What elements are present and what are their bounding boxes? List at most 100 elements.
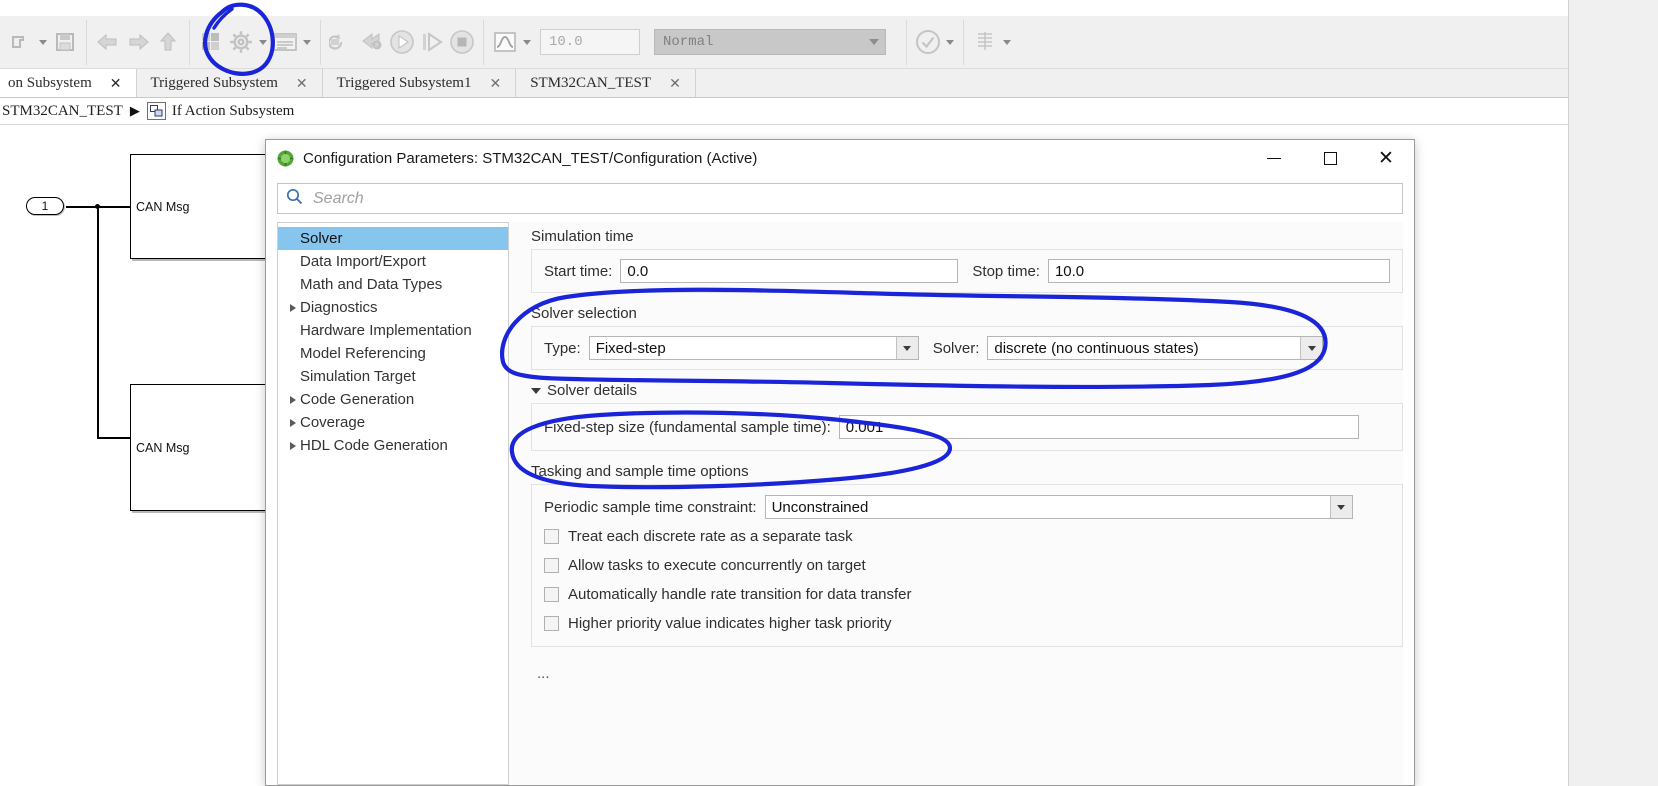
close-icon[interactable]: ✕ [489, 75, 501, 92]
build-icon[interactable] [970, 25, 1000, 59]
save-icon[interactable] [50, 25, 80, 59]
start-time-input[interactable]: 0.0 [620, 259, 959, 283]
solver-type-select[interactable]: Fixed-step [588, 336, 919, 360]
checkbox-label: Higher priority value indicates higher t… [568, 615, 892, 632]
chevron-right-icon[interactable] [286, 304, 300, 312]
tasking-group-label: Tasking and sample time options [531, 463, 749, 480]
tab-on-subsystem[interactable]: on Subsystem ✕ [0, 69, 137, 97]
chevron-down-icon[interactable] [300, 25, 314, 59]
tab-label: STM32CAN_TEST [530, 74, 652, 91]
nav-item-hdl-code-generation[interactable]: HDL Code Generation [278, 434, 508, 457]
chevron-down-icon[interactable] [1300, 337, 1323, 359]
tab-label: on Subsystem [8, 74, 92, 91]
checkbox-icon[interactable] [544, 529, 559, 544]
checkbox-icon[interactable] [544, 587, 559, 602]
chevron-down-icon[interactable] [256, 25, 270, 59]
checkbox-label: Allow tasks to execute concurrently on t… [568, 557, 866, 574]
stop-time-input[interactable]: 10.0 [540, 29, 640, 55]
simulation-time-row: Start time: 0.0 Stop time: 10.0 [544, 259, 1390, 283]
checkbox-row-priority-order[interactable]: Higher priority value indicates higher t… [544, 609, 1390, 638]
nav-item-model-referencing[interactable]: Model Referencing [278, 342, 508, 365]
checkbox-row-rate-transition[interactable]: Automatically handle rate transition for… [544, 580, 1390, 609]
chevron-down-icon[interactable] [1329, 496, 1352, 518]
up-arrow-icon[interactable] [153, 25, 183, 59]
nav-item-solver[interactable]: Solver [278, 227, 508, 250]
block-input-label: CAN Msg [136, 199, 190, 214]
breadcrumb-current: If Action Subsystem [171, 102, 295, 119]
check-circle-icon[interactable] [913, 25, 943, 59]
step-forward-icon[interactable] [417, 25, 447, 59]
overflow-indicator: ... [537, 665, 550, 682]
chevron-down-icon[interactable] [36, 25, 50, 59]
checkbox-row-concurrent-execution[interactable]: Allow tasks to execute concurrently on t… [544, 551, 1390, 580]
stop-time-input[interactable]: 10.0 [1047, 259, 1390, 283]
tab-triggered-subsystem[interactable]: Triggered Subsystem ✕ [137, 69, 323, 97]
forward-arrow-icon[interactable] [123, 25, 153, 59]
signal-line [97, 206, 99, 438]
dialog-search-row [266, 177, 1414, 222]
block-input-label: CAN Msg [136, 440, 190, 455]
simulation-mode-select[interactable]: Normal [654, 29, 886, 55]
nav-item-diagnostics[interactable]: Diagnostics [278, 296, 508, 319]
model-explorer-icon[interactable] [270, 25, 300, 59]
tab-label: Triggered Subsystem1 [336, 74, 472, 91]
nav-item-math-and-data-types[interactable]: Math and Data Types [278, 273, 508, 296]
fast-restart-icon[interactable] [357, 25, 387, 59]
solver-details-disclosure[interactable]: Solver details [531, 382, 1403, 399]
nav-item-simulation-target[interactable]: Simulation Target [278, 365, 508, 388]
close-icon[interactable]: ✕ [110, 75, 122, 92]
search-input[interactable] [311, 188, 1394, 209]
nav-item-label: Hardware Implementation [300, 322, 472, 339]
periodic-sample-time-select[interactable]: Unconstrained [764, 495, 1353, 519]
tab-triggered-subsystem1[interactable]: Triggered Subsystem1 ✕ [323, 69, 517, 97]
toolbar-group-file [0, 19, 87, 65]
fixed-step-size-row: Fixed-step size (fundamental sample time… [544, 415, 1390, 439]
nav-item-coverage[interactable]: Coverage [278, 411, 508, 434]
back-arrow-icon[interactable] [93, 25, 123, 59]
run-icon[interactable] [387, 25, 417, 59]
chevron-right-icon[interactable] [286, 442, 300, 450]
search-box[interactable] [277, 183, 1403, 214]
chevron-down-icon[interactable] [943, 25, 957, 59]
chevron-right-icon[interactable] [286, 419, 300, 427]
new-model-icon[interactable] [6, 25, 36, 59]
breadcrumb-root[interactable]: STM32CAN_TEST [2, 103, 123, 120]
stop-time-label: Stop time: [972, 262, 1040, 280]
chevron-right-icon[interactable] [286, 396, 300, 404]
solver-selection-group-label: Solver selection [531, 305, 637, 322]
fixed-step-size-input[interactable]: 0.001 [838, 415, 1359, 439]
inport-label: 1 [41, 199, 49, 213]
inport-block-1[interactable]: 1 [26, 197, 64, 215]
checkbox-icon[interactable] [544, 558, 559, 573]
chevron-down-icon[interactable] [895, 337, 918, 359]
dialog-title-bar[interactable]: Configuration Parameters: STM32CAN_TEST/… [266, 140, 1414, 177]
solver-select[interactable]: discrete (no continuous states) [987, 336, 1324, 360]
close-icon[interactable]: ✕ [1358, 140, 1414, 177]
library-browser-icon[interactable] [196, 25, 226, 59]
right-gutter [1568, 0, 1658, 786]
stop-icon[interactable] [447, 25, 477, 59]
checkbox-row-separate-task[interactable]: Treat each discrete rate as a separate t… [544, 522, 1390, 551]
solver-type-label: Type: [544, 339, 581, 357]
nav-item-hardware-implementation[interactable]: Hardware Implementation [278, 319, 508, 342]
close-icon[interactable]: ✕ [296, 75, 308, 92]
minimize-button[interactable] [1246, 140, 1302, 177]
settings-nav-tree[interactable]: Solver Data Import/Export Math and Data … [277, 222, 509, 785]
chevron-down-icon[interactable] [1000, 25, 1014, 59]
start-time-label: Start time: [544, 262, 613, 280]
chevron-down-icon[interactable] [520, 25, 534, 59]
close-icon[interactable]: ✕ [669, 75, 681, 92]
periodic-sample-time-label: Periodic sample time constraint: [544, 498, 757, 516]
nav-item-data-import-export[interactable]: Data Import/Export [278, 250, 508, 273]
gear-icon[interactable] [226, 25, 256, 59]
checkbox-icon[interactable] [544, 616, 559, 631]
solver-selection-group: Type: Fixed-step Solver: discrete (no co… [531, 326, 1403, 370]
scope-icon[interactable] [490, 25, 520, 59]
nav-item-code-generation[interactable]: Code Generation [278, 388, 508, 411]
configuration-parameters-dialog[interactable]: Configuration Parameters: STM32CAN_TEST/… [265, 139, 1415, 786]
tab-stm32can-test[interactable]: STM32CAN_TEST ✕ [516, 69, 696, 97]
nav-item-label: Solver [300, 230, 343, 247]
maximize-button[interactable] [1302, 140, 1358, 177]
simulation-time-group-label: Simulation time [531, 228, 634, 245]
update-model-icon[interactable] [327, 25, 357, 59]
